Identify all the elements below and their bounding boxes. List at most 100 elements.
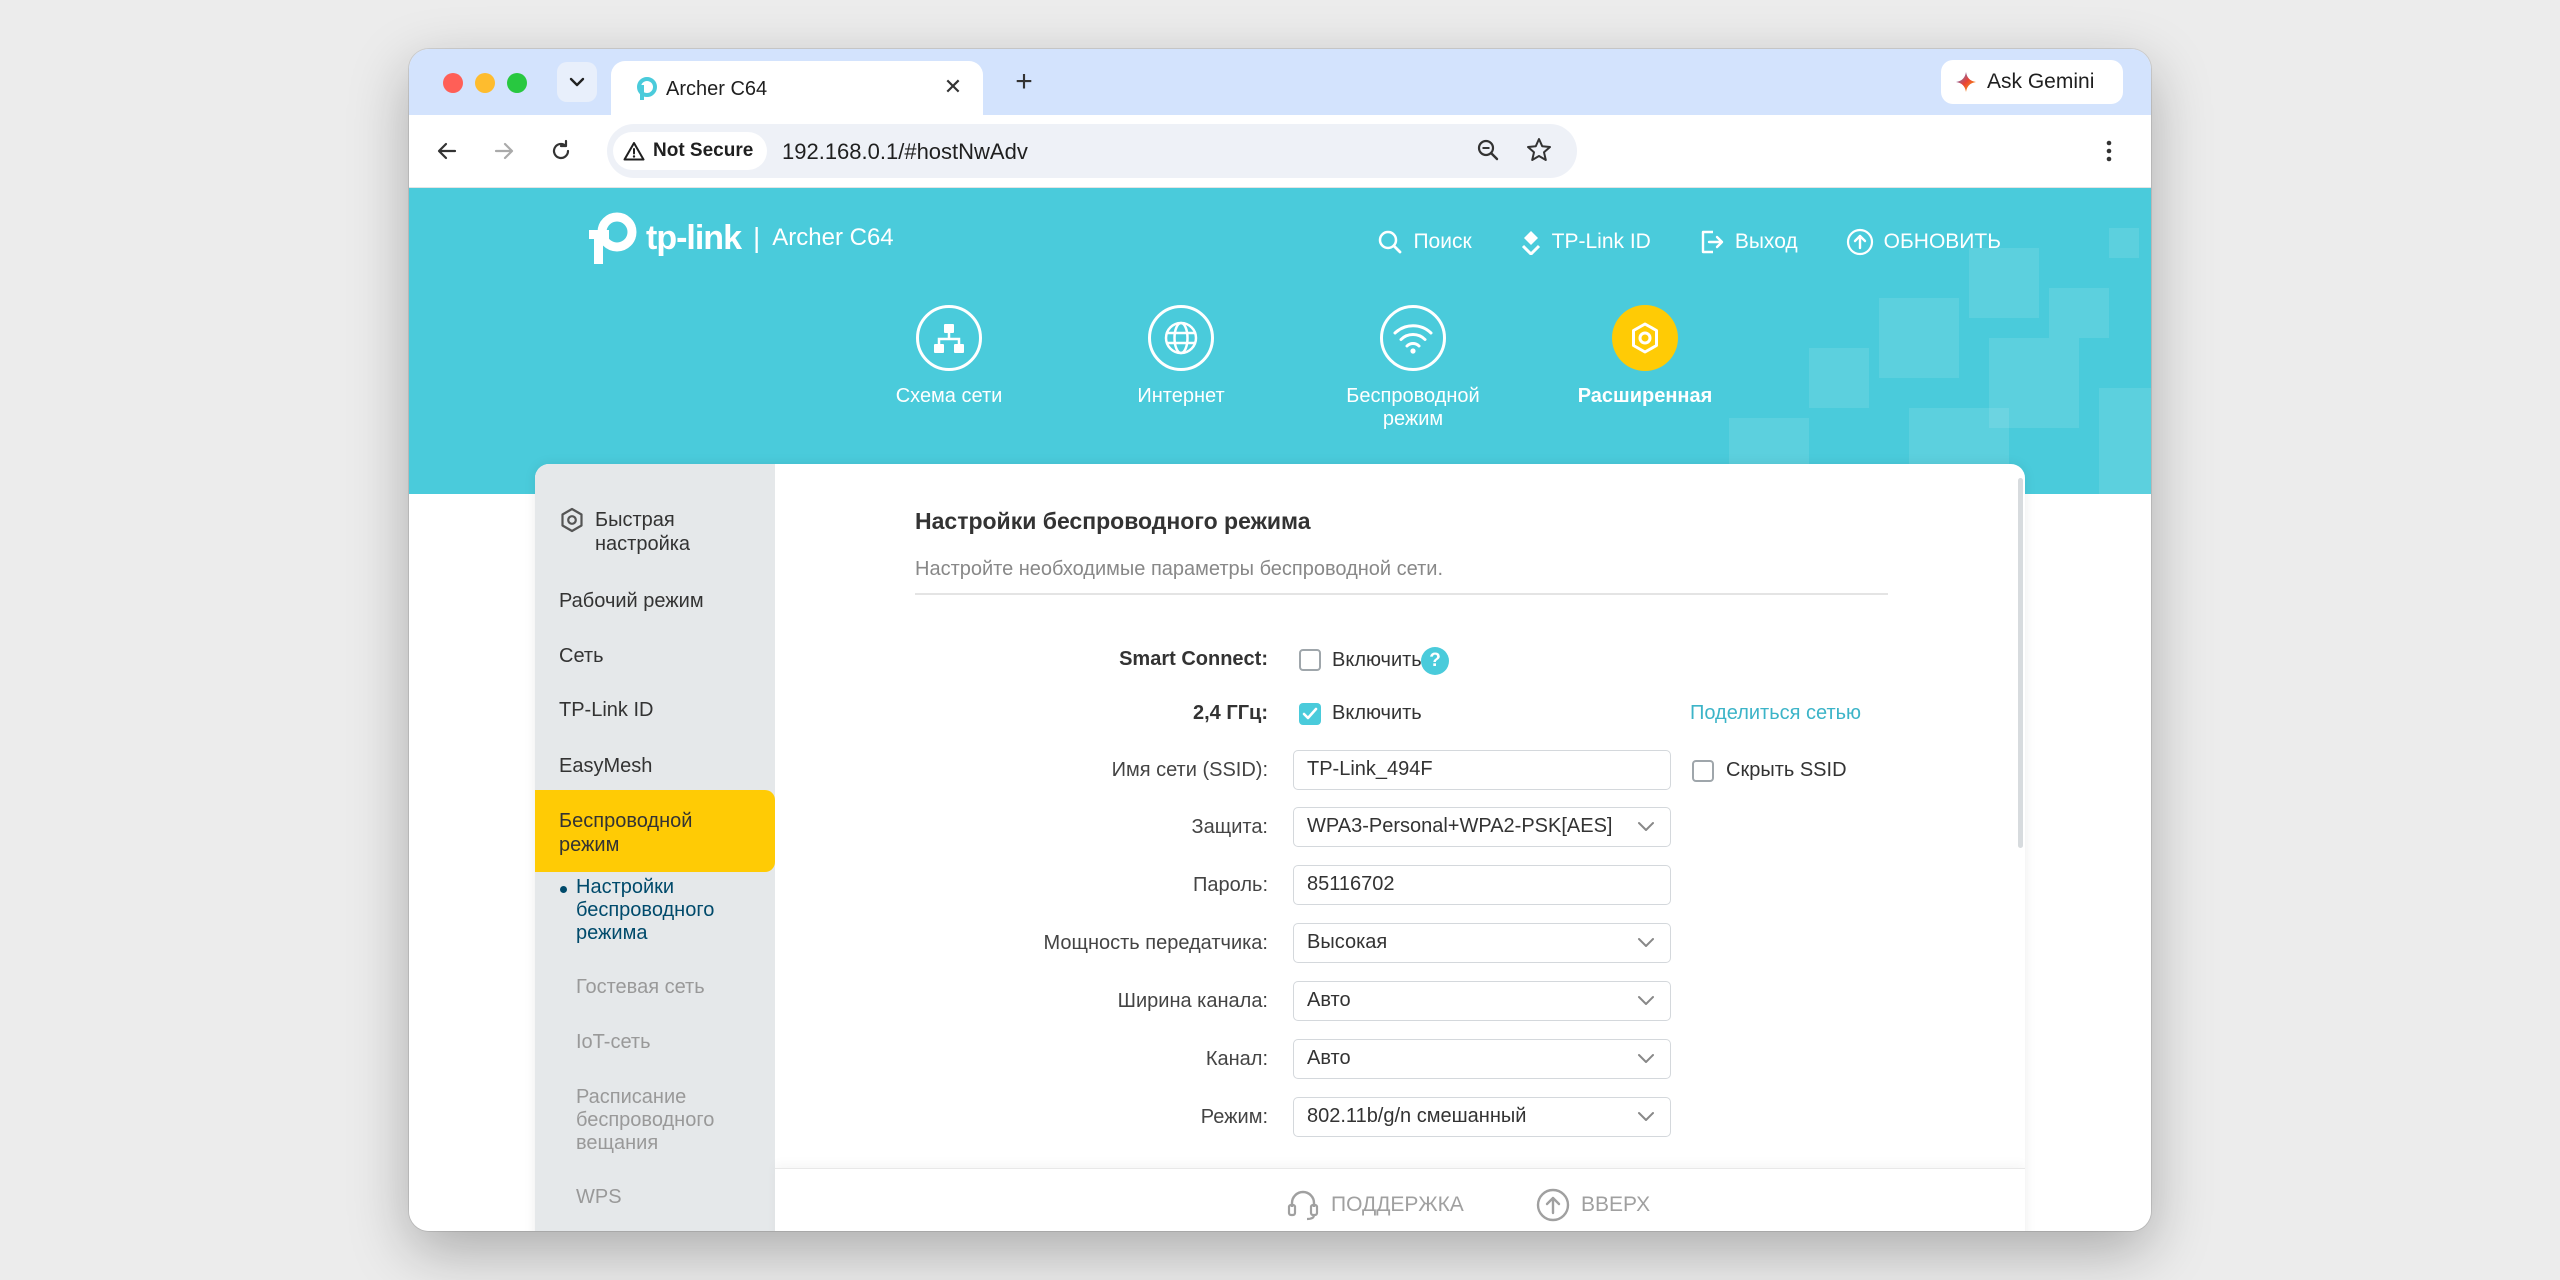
address-bar[interactable]: Not Secure 192.168.0.1/#hostNwAdv (607, 124, 1577, 178)
tab-title: Archer C64 (666, 78, 768, 100)
gemini-sparkle-icon (1956, 72, 1976, 92)
logout-link[interactable]: Выход (1699, 228, 1798, 256)
logout-link-label: Выход (1734, 230, 1798, 253)
sidebar-sub-wps[interactable]: WPS (576, 1186, 756, 1209)
back-to-top-label: ВВЕРХ (1581, 1193, 1651, 1216)
security-indicator[interactable]: Not Secure (613, 132, 768, 170)
nav-internet[interactable]: Интернет (1081, 305, 1281, 408)
tplink-logo[interactable]: tp-link | Archer C64 (584, 210, 894, 266)
support-link-label: ПОДДЕРЖКА (1331, 1193, 1464, 1216)
url-text[interactable]: 192.168.0.1/#hostNwAdv (782, 139, 1028, 165)
back-to-top-link[interactable]: ВВЕРХ (1535, 1187, 1650, 1223)
security-select[interactable]: WPA3-Personal+WPA2-PSK[AES] (1293, 807, 1671, 847)
nav-internet-label: Интернет (1137, 385, 1225, 407)
band-enable-label[interactable]: Включить (1332, 702, 1422, 725)
sidebar-item-quick-setup[interactable]: Быстрая настройка (559, 507, 690, 556)
password-label: Пароль: (1193, 874, 1268, 896)
support-link[interactable]: ПОДДЕРЖКА (1285, 1187, 1464, 1223)
smart-connect-label: Smart Connect: (1119, 648, 1268, 670)
sidebar: Быстрая настройка Рабочий режим Сеть TP-L… (535, 464, 775, 1231)
sidebar-sub-wireless-schedule[interactable]: Расписание беспроводного вещания (576, 1086, 756, 1155)
new-tab-button[interactable]: + (1007, 65, 1041, 99)
current-page-bullet (560, 886, 567, 893)
decor-pixel (1809, 348, 1869, 408)
hide-ssid-label[interactable]: Скрыть SSID (1726, 759, 1847, 782)
content-scrollbar[interactable] (2018, 478, 2023, 848)
tab-search-button[interactable] (557, 62, 597, 102)
search-icon (1379, 230, 1402, 254)
channel-select-value: Авто (1307, 1047, 1351, 1069)
browser-menu-button[interactable] (2091, 133, 2127, 169)
minimize-window-button[interactable] (475, 73, 495, 93)
security-label: Not Secure (653, 140, 754, 161)
update-link[interactable]: ОБНОВИТЬ (1846, 228, 2001, 256)
active-tab[interactable]: Archer C64 ✕ (611, 61, 983, 115)
schedule-line2: беспроводного (576, 1109, 715, 1131)
band-label: 2,4 ГГц: (1193, 702, 1268, 724)
sidebar-sub-guest-network[interactable]: Гостевая сеть (576, 976, 756, 999)
chevron-down-icon (1638, 938, 1654, 947)
warning-icon (623, 142, 645, 161)
mode-select-value: 802.11b/g/n смешанный (1307, 1105, 1527, 1127)
channel-label: Канал: (1205, 1048, 1268, 1070)
nav-network-map-circle (916, 305, 982, 371)
header-links: Поиск TP-Link ID Выход ОБНОВИТЬ (1377, 228, 2001, 256)
nav-wireless-circle (1380, 305, 1446, 371)
sidebar-item-easymesh[interactable]: EasyMesh (559, 754, 652, 778)
nav-wireless[interactable]: Беспроводной режим (1313, 305, 1513, 431)
logo-text: tp-link (646, 218, 742, 257)
nav-network-map[interactable]: Схема сети (849, 305, 1049, 408)
tab-close-icon[interactable]: ✕ (939, 73, 967, 101)
decor-pixel (2109, 228, 2139, 258)
arrow-left-icon (437, 142, 457, 160)
page-footer: ПОДДЕРЖКА ВВЕРХ (775, 1168, 2025, 1231)
page-subtitle: Настройте необходимые параметры беспрово… (915, 558, 1443, 580)
tplink-id-link[interactable]: TP-Link ID (1520, 228, 1651, 256)
wireless-settings-line1: Настройки (576, 876, 675, 898)
sidebar-sub-wireless-settings[interactable]: Настройки беспроводного режима (576, 876, 756, 945)
maximize-window-button[interactable] (507, 73, 527, 93)
smart-connect-help-icon[interactable]: ? (1421, 647, 1449, 675)
tx-power-select[interactable]: Высокая (1293, 923, 1671, 963)
sidebar-item-network[interactable]: Сеть (559, 644, 603, 668)
zoom-out-icon[interactable] (1475, 137, 1501, 163)
wireless-line2: режим (559, 834, 620, 856)
nav-advanced[interactable]: Расширенная (1545, 305, 1745, 408)
channel-width-select[interactable]: Авто (1293, 981, 1671, 1021)
nav-internet-circle (1148, 305, 1214, 371)
channel-width-select-value: Авто (1307, 989, 1351, 1011)
ssid-input[interactable]: TP-Link_494F (1293, 750, 1671, 790)
forward-button[interactable] (486, 133, 522, 169)
mode-select[interactable]: 802.11b/g/n смешанный (1293, 1097, 1671, 1137)
close-window-button[interactable] (443, 73, 463, 93)
security-label: Защита: (1191, 816, 1268, 838)
smart-connect-checkbox-label[interactable]: Включить (1332, 649, 1422, 672)
search-link[interactable]: Поиск (1377, 228, 1472, 256)
schedule-line1: Расписание (576, 1086, 687, 1108)
band-enable-checkbox[interactable] (1299, 703, 1321, 725)
sidebar-sub-iot-network[interactable]: IoT-сеть (576, 1031, 756, 1054)
sidebar-item-tplink-id[interactable]: TP-Link ID (559, 698, 653, 722)
headset-icon (1287, 1190, 1319, 1221)
sidebar-item-operation-mode[interactable]: Рабочий режим (559, 589, 704, 613)
update-link-label: ОБНОВИТЬ (1883, 230, 2001, 253)
chevron-down-icon (569, 77, 585, 87)
nav-wireless-label-line1: Беспроводной (1346, 385, 1480, 407)
reload-button[interactable] (543, 133, 579, 169)
share-network-link[interactable]: Поделиться сетью (1690, 702, 1861, 725)
password-input[interactable]: 85116702 (1293, 865, 1671, 905)
tplink-id-icon (1521, 231, 1540, 255)
chevron-down-icon (1638, 996, 1654, 1005)
checkmark-icon (1302, 707, 1318, 720)
ask-gemini-button[interactable]: Ask Gemini (1941, 60, 2123, 104)
decor-pixel (2049, 288, 2109, 338)
wifi-icon (1393, 324, 1433, 354)
back-button[interactable] (429, 133, 465, 169)
smart-connect-checkbox[interactable] (1299, 649, 1321, 671)
hide-ssid-checkbox[interactable] (1692, 760, 1714, 782)
chevron-down-icon (1638, 1054, 1654, 1063)
ssid-label: Имя сети (SSID): (1111, 759, 1268, 781)
bookmark-star-icon[interactable] (1525, 136, 1553, 164)
arrow-right-icon (494, 142, 514, 160)
channel-select[interactable]: Авто (1293, 1039, 1671, 1079)
